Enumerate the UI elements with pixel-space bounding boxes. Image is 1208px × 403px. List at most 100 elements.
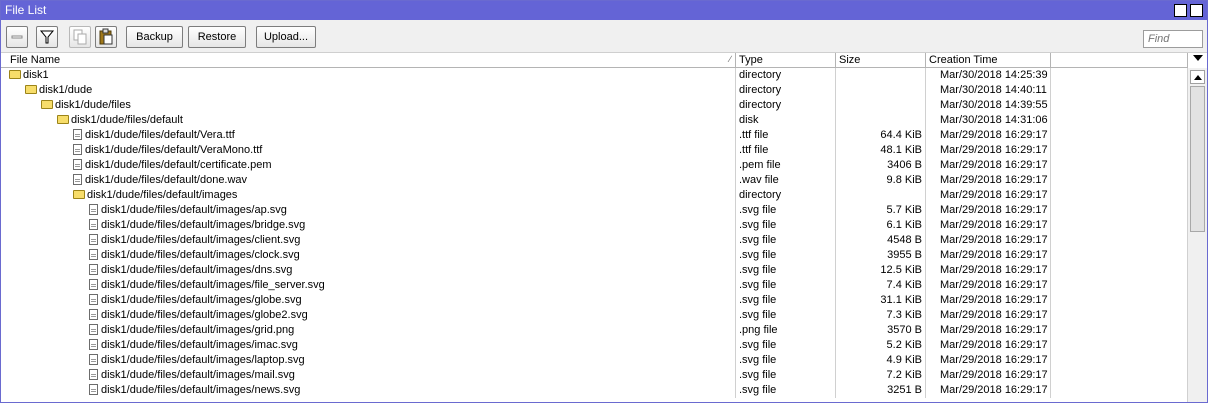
paste-button[interactable] — [95, 26, 117, 48]
table-row[interactable]: disk1/dude/files/default/images/grid.png… — [1, 323, 1187, 338]
folder-icon — [25, 85, 37, 94]
cell-creation-time: Mar/29/2018 16:29:17 — [926, 158, 1051, 173]
table-row[interactable]: disk1/dude/files directory Mar/30/2018 14:… — [1, 98, 1187, 113]
cell-type: .svg file — [736, 338, 836, 353]
file-icon — [89, 339, 98, 350]
restore-window-button[interactable] — [1174, 4, 1187, 17]
table-row[interactable]: disk1/dude/files/default disk Mar/30/2018 … — [1, 113, 1187, 128]
table-row[interactable]: disk1/dude/files/default/done.wav .wav fi… — [1, 173, 1187, 188]
table-row[interactable]: disk1/dude/files/default/images/globe.sv… — [1, 293, 1187, 308]
table-row[interactable]: disk1/dude/files/default/images/news.svg… — [1, 383, 1187, 398]
cell-creation-time: Mar/29/2018 16:29:17 — [926, 338, 1051, 353]
cell-file-name: disk1/dude/files — [7, 98, 736, 113]
cell-creation-time: Mar/29/2018 16:29:17 — [926, 218, 1051, 233]
cell-file-name: disk1/dude/files/default — [7, 113, 736, 128]
file-icon — [89, 204, 98, 215]
restore-button[interactable]: Restore — [188, 26, 246, 48]
cell-type: .png file — [736, 323, 836, 338]
find-input[interactable] — [1143, 30, 1203, 48]
window-title: File List — [5, 3, 47, 17]
cell-file-name: disk1/dude/files/default/images/client.s… — [7, 233, 736, 248]
file-icon — [89, 234, 98, 245]
column-header-size[interactable]: Size — [836, 53, 926, 68]
cell-type: .svg file — [736, 218, 836, 233]
cell-size — [836, 83, 926, 98]
filter-button[interactable] — [36, 26, 58, 48]
cell-creation-time: Mar/29/2018 16:29:17 — [926, 293, 1051, 308]
cell-creation-time: Mar/29/2018 16:29:17 — [926, 248, 1051, 263]
column-header-type[interactable]: Type — [736, 53, 836, 68]
file-icon — [73, 174, 82, 185]
column-menu-button[interactable] — [1187, 53, 1207, 68]
table-header: File Name ∕ Type Size Creation Time — [1, 53, 1207, 68]
table-row[interactable]: disk1 directory Mar/30/2018 14:25:39 — [1, 68, 1187, 83]
file-icon — [89, 219, 98, 230]
column-header-creation-time[interactable]: Creation Time — [926, 53, 1051, 68]
remove-button[interactable] — [6, 26, 28, 48]
toolbar: Backup Restore Upload... — [1, 20, 1207, 53]
cell-size — [836, 68, 926, 83]
cell-file-name: disk1/dude/files/default/images/bridge.s… — [7, 218, 736, 233]
cell-type: directory — [736, 68, 836, 83]
cell-size: 4.9 KiB — [836, 353, 926, 368]
table-row[interactable]: disk1/dude/files/default/Vera.ttf .ttf fi… — [1, 128, 1187, 143]
scroll-thumb[interactable] — [1190, 86, 1205, 232]
table-row[interactable]: disk1/dude/files/default/images/mail.svg… — [1, 368, 1187, 383]
file-icon — [89, 384, 98, 395]
cell-creation-time: Mar/29/2018 16:29:17 — [926, 143, 1051, 158]
chevron-down-icon — [1193, 55, 1203, 61]
table-row[interactable]: disk1/dude/files/default/images/bridge.s… — [1, 218, 1187, 233]
column-header-file-name[interactable]: File Name ∕ — [7, 53, 736, 68]
close-window-button[interactable] — [1190, 4, 1203, 17]
file-icon — [89, 324, 98, 335]
table-row[interactable]: disk1/dude/files/default/images/ap.svg .s… — [1, 203, 1187, 218]
file-icon — [89, 279, 98, 290]
cell-file-name: disk1/dude/files/default/images/grid.png — [7, 323, 736, 338]
cell-size: 4548 B — [836, 233, 926, 248]
cell-creation-time: Mar/29/2018 16:29:17 — [926, 368, 1051, 383]
cell-type: .svg file — [736, 353, 836, 368]
file-icon — [89, 354, 98, 365]
cell-size — [836, 113, 926, 128]
cell-creation-time: Mar/29/2018 16:29:17 — [926, 263, 1051, 278]
folder-icon — [9, 70, 21, 79]
cell-creation-time: Mar/29/2018 16:29:17 — [926, 323, 1051, 338]
file-icon — [89, 264, 98, 275]
table-row[interactable]: disk1/dude/files/default/images/client.s… — [1, 233, 1187, 248]
file-list-window: File List Backup Restore Upload... File … — [0, 0, 1208, 403]
table-row[interactable]: disk1/dude/files/default/images directory… — [1, 188, 1187, 203]
scroll-up-button[interactable] — [1190, 70, 1205, 84]
upload-button[interactable]: Upload... — [256, 26, 316, 48]
cell-creation-time: Mar/30/2018 14:31:06 — [926, 113, 1051, 128]
copy-button[interactable] — [69, 26, 91, 48]
table-row[interactable]: disk1/dude/files/default/images/globe2.s… — [1, 308, 1187, 323]
cell-size: 48.1 KiB — [836, 143, 926, 158]
cell-creation-time: Mar/29/2018 16:29:17 — [926, 278, 1051, 293]
cell-file-name: disk1 — [7, 68, 736, 83]
table-row[interactable]: disk1/dude/files/default/images/dns.svg.… — [1, 263, 1187, 278]
table-row[interactable]: disk1/dude directory Mar/30/2018 14:40:11 — [1, 83, 1187, 98]
backup-button[interactable]: Backup — [126, 26, 183, 48]
cell-size: 3570 B — [836, 323, 926, 338]
file-icon — [89, 309, 98, 320]
table-row[interactable]: disk1/dude/files/default/certificate.pem… — [1, 158, 1187, 173]
cell-file-name: disk1/dude/files/default/images/imac.svg — [7, 338, 736, 353]
copy-icon — [73, 29, 87, 45]
cell-type: .svg file — [736, 263, 836, 278]
cell-type: .wav file — [736, 173, 836, 188]
table-row[interactable]: disk1/dude/files/default/images/file_ser… — [1, 278, 1187, 293]
cell-file-name: disk1/dude/files/default/done.wav — [7, 173, 736, 188]
vertical-scrollbar[interactable] — [1187, 68, 1207, 402]
table-row[interactable]: disk1/dude/files/default/images/clock.sv… — [1, 248, 1187, 263]
file-icon — [89, 249, 98, 260]
table-row[interactable]: disk1/dude/files/default/VeraMono.ttf .tt… — [1, 143, 1187, 158]
cell-type: .svg file — [736, 248, 836, 263]
table-row[interactable]: disk1/dude/files/default/images/laptop.s… — [1, 353, 1187, 368]
arrow-up-icon — [1194, 75, 1202, 80]
cell-type: .ttf file — [736, 128, 836, 143]
cell-type: .svg file — [736, 368, 836, 383]
cell-type: .svg file — [736, 203, 836, 218]
cell-file-name: disk1/dude/files/default/images/file_ser… — [7, 278, 736, 293]
table-row[interactable]: disk1/dude/files/default/images/imac.svg… — [1, 338, 1187, 353]
file-icon — [73, 144, 82, 155]
